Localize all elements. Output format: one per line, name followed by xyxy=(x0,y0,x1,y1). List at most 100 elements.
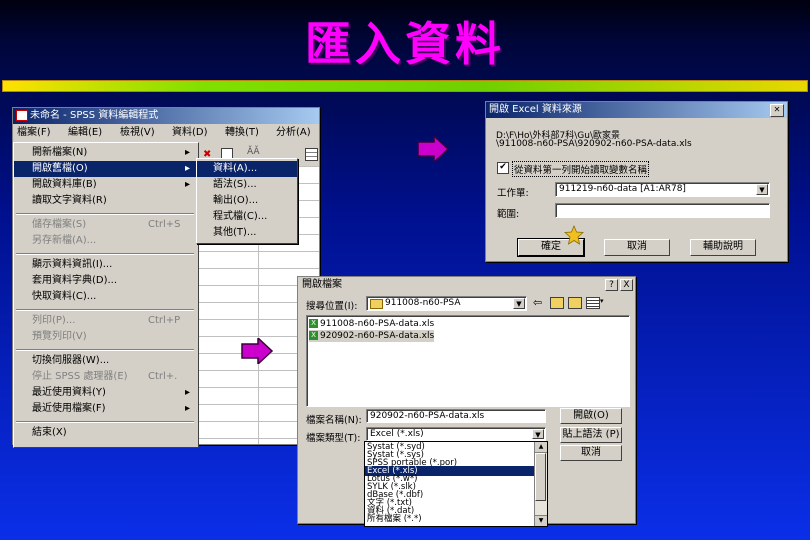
lookin-label: 搜尋位置(I): xyxy=(306,301,358,312)
menu-item-display-info[interactable]: 顯示資料資訊(I)... xyxy=(14,257,196,273)
find-icon[interactable]: ĂĂ xyxy=(247,147,260,157)
folder-icon xyxy=(370,299,383,309)
spss-titlebar: 未命名 - SPSS 資料編輯程式 xyxy=(13,108,319,124)
paste-syntax-button[interactable]: 貼上語法 (P) xyxy=(560,427,622,443)
menu-data[interactable]: 資料(D) xyxy=(172,124,208,142)
filetype-option[interactable]: 所有檔案 (*.*) xyxy=(367,514,422,524)
submenu-arrow-icon: ▸ xyxy=(184,179,190,190)
excel-file-icon: X xyxy=(309,319,318,328)
lookin-value: 911008-n60-PSA xyxy=(385,298,461,308)
help-button[interactable]: 輔助說明 xyxy=(690,239,756,256)
sheet-select[interactable]: 911219-n60-data [A1:AR78] ▼ xyxy=(555,182,770,197)
dropdown-arrow-icon[interactable]: ▼ xyxy=(532,429,544,439)
menu-separator xyxy=(16,309,194,311)
lookin-select[interactable]: 911008-n60-PSA ▼ xyxy=(366,296,527,311)
dropdown-scrollbar[interactable]: ▲ ▼ xyxy=(534,442,547,526)
arrow-right-icon xyxy=(417,136,450,162)
menu-item-print-preview[interactable]: 預覽列印(V) xyxy=(14,329,196,345)
sheet-value: 911219-n60-data [A1:AR78] xyxy=(559,184,686,194)
menu-item-read-text[interactable]: 讀取文字資料(R) xyxy=(14,193,196,209)
dropdown-arrow-icon[interactable]: ▼ xyxy=(756,184,768,195)
submenu-item-data[interactable]: 資料(A)... xyxy=(197,161,297,177)
view-menu-icon[interactable] xyxy=(586,297,600,309)
submenu-item-output[interactable]: 輸出(O)... xyxy=(197,193,297,209)
menu-item-label: 列印(P)... xyxy=(32,315,76,326)
menu-item-save[interactable]: 儲存檔案(S) Ctrl+S xyxy=(14,217,196,233)
submenu-item-syntax[interactable]: 語法(S)... xyxy=(197,177,297,193)
menu-item-open[interactable]: 開啟舊檔(O) ▸ xyxy=(14,161,196,177)
filename-label: 檔案名稱(N): xyxy=(306,415,362,426)
filetype-label: 檔案類型(T): xyxy=(306,433,361,444)
range-label: 範圍: xyxy=(497,209,520,220)
help-icon[interactable]: ? xyxy=(605,279,618,291)
menu-analyze[interactable]: 分析(A) xyxy=(276,124,311,142)
menu-file[interactable]: 檔案(F) xyxy=(17,124,51,142)
menu-item-recent-files[interactable]: 最近使用檔案(F) ▸ xyxy=(14,401,196,417)
grid-icon[interactable] xyxy=(305,148,318,161)
slide-title: 匯入資料 xyxy=(305,17,505,71)
menu-separator xyxy=(16,253,194,255)
menu-item-label: 開新檔案(N) xyxy=(32,147,88,158)
menu-separator xyxy=(16,213,194,215)
filetype-dropdown-list[interactable]: Systat (*.syd) Systat (*.sys) SPSS porta… xyxy=(364,441,548,527)
menu-item-open-database[interactable]: 開啟資料庫(B) ▸ xyxy=(14,177,196,193)
cancel-button[interactable]: 取消 xyxy=(560,445,622,461)
cancel-button[interactable]: 取消 xyxy=(604,239,670,256)
menu-item-apply-dictionary[interactable]: 套用資料字典(D)... xyxy=(14,273,196,289)
divider-bar xyxy=(2,80,808,92)
menu-transform[interactable]: 轉換(T) xyxy=(225,124,259,142)
excel-dialog-title: 開啟 Excel 資料來源 xyxy=(489,104,582,115)
file-item[interactable]: X 920902-n60-PSA-data.xls xyxy=(309,330,435,342)
scroll-down-icon[interactable]: ▼ xyxy=(535,515,547,526)
open-button[interactable]: 開啟(O) xyxy=(560,408,622,424)
open-dialog-titlebar: 開啟檔案 ? X xyxy=(298,277,635,293)
excel-file-icon: X xyxy=(309,331,318,340)
menu-item-label: 停止 SPSS 處理器(E) xyxy=(32,371,128,382)
submenu-arrow-icon: ▸ xyxy=(184,163,190,174)
menu-shortcut: Ctrl+P xyxy=(148,315,181,326)
submenu-arrow-icon: ▸ xyxy=(184,147,190,158)
menu-item-new[interactable]: 開新檔案(N) ▸ xyxy=(14,145,196,161)
file-item[interactable]: X 911008-n60-PSA-data.xls xyxy=(309,318,434,330)
menu-separator xyxy=(16,349,194,351)
menu-item-label: 儲存檔案(S) xyxy=(32,219,87,230)
menu-item-label: 快取資料(C)... xyxy=(32,291,97,302)
filename-input[interactable]: 920902-n60-PSA-data.xls xyxy=(366,409,546,423)
scroll-up-icon[interactable]: ▲ xyxy=(535,442,547,453)
menu-item-switch-server[interactable]: 切換伺服器(W)... xyxy=(14,353,196,369)
up-folder-icon[interactable] xyxy=(550,297,564,309)
menu-separator xyxy=(16,421,194,423)
menu-item-stop-processor[interactable]: 停止 SPSS 處理器(E) Ctrl+. xyxy=(14,369,196,385)
menu-item-exit[interactable]: 結束(X) xyxy=(14,425,196,441)
new-folder-icon[interactable] xyxy=(568,297,582,309)
submenu-item-script[interactable]: 程式檔(C)... xyxy=(197,209,297,225)
back-icon[interactable]: ⇦ xyxy=(533,296,542,309)
sheet-label: 工作單: xyxy=(497,188,529,199)
submenu-arrow-icon: ▸ xyxy=(184,403,190,414)
menu-item-recent-data[interactable]: 最近使用資料(Y) ▸ xyxy=(14,385,196,401)
first-row-checkbox[interactable]: ✔ xyxy=(497,162,509,174)
excel-dialog-titlebar: 開啟 Excel 資料來源 ✕ xyxy=(486,102,787,118)
menu-view[interactable]: 檢視(V) xyxy=(120,124,155,142)
menu-item-label: 預覽列印(V) xyxy=(32,331,87,342)
open-dialog-title: 開啟檔案 xyxy=(302,279,342,290)
menu-item-print[interactable]: 列印(P)... Ctrl+P xyxy=(14,313,196,329)
close-icon[interactable]: X xyxy=(620,279,633,291)
scroll-thumb[interactable] xyxy=(535,453,546,501)
menu-item-label: 開啟舊檔(O) xyxy=(32,163,88,174)
dropdown-arrow-icon[interactable]: ▼ xyxy=(513,298,525,309)
excel-path-line2: \911008-n60-PSA\920902-n60-PSA-data.xls xyxy=(496,139,692,149)
close-icon[interactable]: ✕ xyxy=(770,104,784,117)
file-list[interactable]: X 911008-n60-PSA-data.xls X 920902-n60-PSA… xyxy=(306,315,630,407)
menu-item-label: 結束(X) xyxy=(32,427,67,438)
arrow-right-icon xyxy=(241,338,274,364)
chevron-down-icon[interactable]: ▾ xyxy=(600,297,604,305)
file-menu: 開新檔案(N) ▸ 開啟舊檔(O) ▸ 開啟資料庫(B) ▸ 讀取文字資料(R) 儲存… xyxy=(13,142,199,448)
range-input[interactable] xyxy=(555,203,770,218)
menu-edit[interactable]: 編輯(E) xyxy=(68,124,102,142)
menu-item-label: 最近使用資料(Y) xyxy=(32,387,106,398)
submenu-item-other[interactable]: 其他(T)... xyxy=(197,225,297,241)
menu-item-cache-data[interactable]: 快取資料(C)... xyxy=(14,289,196,305)
menu-item-save-as[interactable]: 另存新檔(A)... xyxy=(14,233,196,249)
filetype-select[interactable]: Excel (*.xls) ▼ xyxy=(366,427,546,441)
